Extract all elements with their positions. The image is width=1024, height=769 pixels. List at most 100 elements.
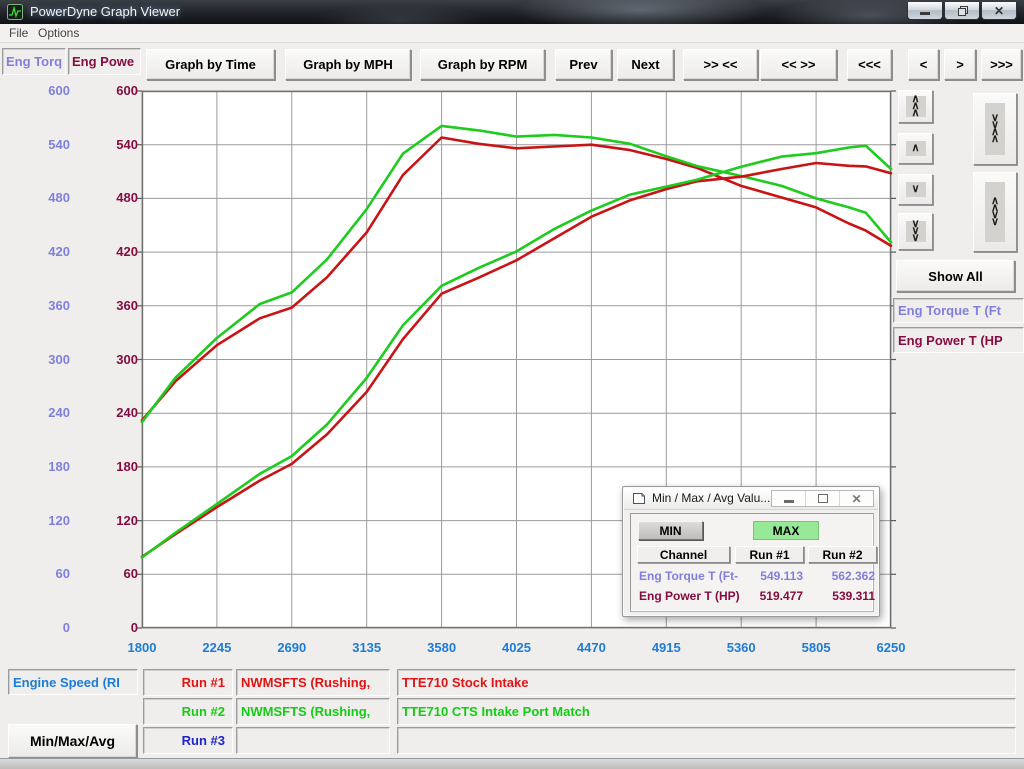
graph-by-mph-button[interactable]: Graph by MPH xyxy=(285,49,411,80)
minmax-close-button[interactable]: ✕ xyxy=(839,491,873,506)
x-tick-label: 3135 xyxy=(335,640,399,656)
pan-up-icon: ∧ xyxy=(906,141,926,156)
chevron-glyph: ∨ xyxy=(911,235,919,242)
axis-selector-torque[interactable]: Eng Torq xyxy=(2,48,66,75)
y-tick-label-power: 120 xyxy=(96,513,138,529)
next-button[interactable]: Next xyxy=(617,49,674,80)
y-tick-label-torque: 180 xyxy=(28,459,70,475)
pan-left-button[interactable]: < xyxy=(908,49,939,80)
chevron-glyph: ∧ xyxy=(911,110,919,117)
run-label-3: Run #3 xyxy=(143,727,233,754)
minmax-value-run1: 519.477 xyxy=(739,589,803,604)
minmax-value-run1: 549.113 xyxy=(739,569,803,584)
minmax-window-icon xyxy=(632,492,646,505)
zoom-in-y-button[interactable]: ∨∨∧∧ xyxy=(973,93,1017,165)
menu-file[interactable]: File xyxy=(9,26,28,40)
y-tick-label-torque: 120 xyxy=(28,513,70,529)
x-tick-label: 2690 xyxy=(260,640,324,656)
x-tick-label: 1800 xyxy=(110,640,174,656)
chevron-glyph: ∨ xyxy=(991,219,999,226)
minmax-value-run2: 539.311 xyxy=(811,589,875,604)
y-tick-label-torque: 60 xyxy=(28,566,70,582)
x-tick-label: 6250 xyxy=(859,640,923,656)
minmax-minimize-button[interactable] xyxy=(772,491,805,506)
zoom-in-x-button[interactable]: >> << xyxy=(683,49,758,80)
restore-icon xyxy=(958,6,967,15)
column-header-run2[interactable]: Run #2 xyxy=(808,546,877,563)
y-tick-label-power: 180 xyxy=(96,459,138,475)
axis-selector-power[interactable]: Eng Powe xyxy=(68,48,141,75)
pan-top-icon: ∧∧∧ xyxy=(906,96,926,117)
close-button[interactable]: ✕ xyxy=(981,2,1017,20)
graph-by-rpm-button[interactable]: Graph by RPM xyxy=(420,49,545,80)
pan-up-button[interactable]: ∧ xyxy=(898,133,933,164)
y-tick-label-power: 0 xyxy=(96,620,138,636)
column-header-run1[interactable]: Run #1 xyxy=(735,546,804,563)
chevron-glyph: ∧ xyxy=(911,145,919,152)
zoom-out-y-icon: ∧∧∨∨ xyxy=(985,182,1005,242)
y-tick-label-torque: 600 xyxy=(28,83,70,99)
chevron-glyph: ∧ xyxy=(991,136,999,143)
x-tick-label: 4025 xyxy=(485,640,549,656)
pan-down-button[interactable]: ∨ xyxy=(898,174,933,205)
prev-button[interactable]: Prev xyxy=(555,49,612,80)
zoom-out-y-button[interactable]: ∧∧∨∨ xyxy=(973,172,1017,252)
restore-button[interactable] xyxy=(944,2,980,20)
pan-top-button[interactable]: ∧∧∧ xyxy=(898,90,933,123)
menubar: File Options xyxy=(0,24,1024,43)
y-tick-label-power: 420 xyxy=(96,244,138,260)
pan-bottom-icon: ∨∨∨ xyxy=(906,221,926,242)
y-tick-label-power: 360 xyxy=(96,298,138,314)
run-description-field-2[interactable]: TTE710 CTS Intake Port Match xyxy=(397,698,1016,725)
chevron-glyph: ∨ xyxy=(911,186,919,193)
run-file-field-3[interactable] xyxy=(236,727,390,754)
y-tick-label-torque: 420 xyxy=(28,244,70,260)
x-channel-button[interactable]: Engine Speed (RI xyxy=(8,669,138,695)
run-file-field-2[interactable]: NWMSFTS (Rushing, xyxy=(236,698,390,725)
minmax-restore-button[interactable] xyxy=(805,491,839,506)
y-tick-label-power: 600 xyxy=(96,83,138,99)
minimize-button[interactable] xyxy=(907,2,943,20)
run-label-1: Run #1 xyxy=(143,669,233,696)
x-tick-label: 4470 xyxy=(559,640,623,656)
pan-right-button[interactable]: > xyxy=(944,49,976,80)
close-icon: ✕ xyxy=(851,493,861,505)
run-description-field-3[interactable] xyxy=(397,727,1016,754)
app-icon xyxy=(7,4,23,20)
min-tab-button[interactable]: MIN xyxy=(638,521,703,540)
graph-by-time-button[interactable]: Graph by Time xyxy=(146,49,275,80)
show-all-button[interactable]: Show All xyxy=(896,260,1015,292)
pan-left-fast-button[interactable]: <<< xyxy=(847,49,892,80)
run-description-field-1[interactable]: TTE710 Stock Intake xyxy=(397,669,1016,696)
run-file-field-1[interactable]: NWMSFTS (Rushing, xyxy=(236,669,390,696)
menu-options[interactable]: Options xyxy=(38,26,79,40)
y-tick-label-torque: 300 xyxy=(28,352,70,368)
x-tick-label: 5360 xyxy=(709,640,773,656)
x-tick-label: 4915 xyxy=(634,640,698,656)
y-tick-label-power: 540 xyxy=(96,137,138,153)
titlebar[interactable]: PowerDyne Graph Viewer ✕ xyxy=(0,0,1024,24)
y-tick-label-power: 60 xyxy=(96,566,138,582)
minmax-value-run2: 562.362 xyxy=(811,569,875,584)
minmax-window[interactable]: Min / Max / Avg Valu... ✕ MIN MAX Channe… xyxy=(622,486,880,617)
max-tab-button[interactable]: MAX xyxy=(753,521,819,540)
pan-right-fast-button[interactable]: >>> xyxy=(981,49,1022,80)
pan-bottom-button[interactable]: ∨∨∨ xyxy=(898,213,933,250)
minimize-icon xyxy=(784,500,794,503)
x-tick-label: 3580 xyxy=(410,640,474,656)
y-tick-label-torque: 540 xyxy=(28,137,70,153)
y-tick-label-torque: 0 xyxy=(28,620,70,636)
y-channel-label-power: Eng Power T (HP xyxy=(893,327,1024,353)
window-title: PowerDyne Graph Viewer xyxy=(30,4,180,19)
window-controls: ✕ xyxy=(906,2,1017,20)
minmaxavg-button[interactable]: Min/Max/Avg xyxy=(8,724,137,758)
run-label-2: Run #2 xyxy=(143,698,233,725)
minmax-window-titlebar[interactable]: Min / Max / Avg Valu... ✕ xyxy=(624,488,878,510)
restore-icon xyxy=(818,494,828,503)
window-bottom-frame xyxy=(0,758,1024,769)
y-tick-label-torque: 480 xyxy=(28,190,70,206)
x-tick-label: 2245 xyxy=(185,640,249,656)
column-header-channel[interactable]: Channel xyxy=(637,546,730,563)
close-icon: ✕ xyxy=(994,5,1004,17)
zoom-out-x-button[interactable]: << >> xyxy=(760,49,837,80)
